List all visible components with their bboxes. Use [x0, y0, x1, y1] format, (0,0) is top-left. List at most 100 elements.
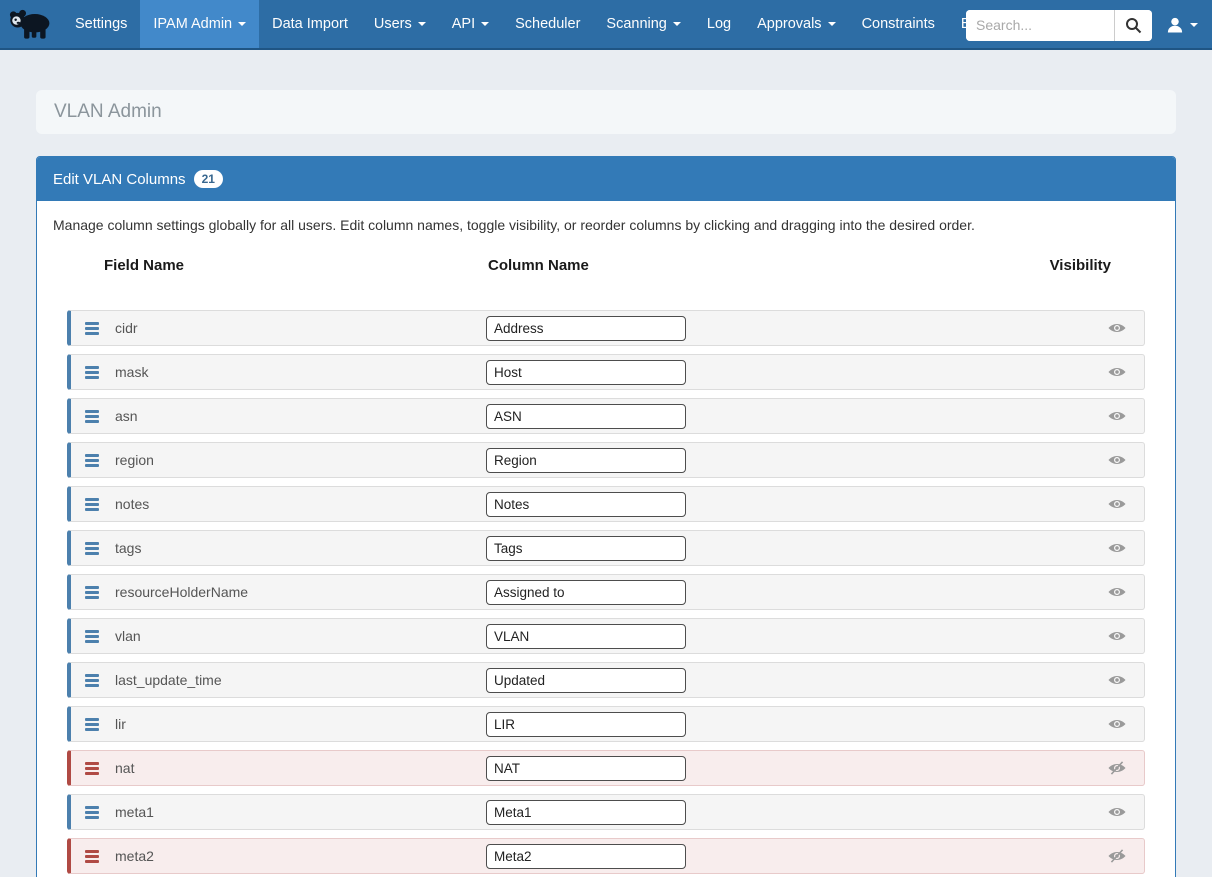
navbar-right — [966, 0, 1198, 50]
nav-item-ipam-admin[interactable]: IPAM Admin — [140, 0, 260, 48]
drag-handle-icon[interactable] — [85, 541, 99, 555]
nav-item-scheduler[interactable]: Scheduler — [502, 0, 593, 48]
eye-icon[interactable] — [1108, 627, 1126, 645]
chevron-down-icon — [827, 22, 836, 26]
visibility-cell — [686, 803, 1144, 821]
panda-logo[interactable] — [0, 0, 62, 48]
nav-item-label: API — [451, 16, 476, 32]
chevron-down-icon — [481, 22, 490, 26]
nav-item-settings[interactable]: Settings — [62, 0, 140, 48]
column-name-input[interactable] — [486, 623, 686, 649]
eye-icon[interactable] — [1108, 407, 1126, 425]
column-row[interactable]: lir — [67, 706, 1145, 742]
panel-heading: Edit VLAN Columns 21 — [37, 157, 1175, 201]
column-name-input[interactable] — [486, 315, 686, 341]
visibility-cell — [686, 671, 1144, 689]
visibility-cell — [686, 583, 1144, 601]
column-row[interactable]: region — [67, 442, 1145, 478]
drag-handle-icon[interactable] — [85, 717, 99, 731]
user-menu-button[interactable] — [1166, 16, 1198, 34]
column-row[interactable]: nat — [67, 750, 1145, 786]
column-row[interactable]: cidr — [67, 310, 1145, 346]
drag-handle-icon[interactable] — [85, 321, 99, 335]
chevron-down-icon — [1190, 23, 1198, 27]
drag-handle-icon[interactable] — [85, 673, 99, 687]
column-name-input[interactable] — [486, 403, 686, 429]
column-rows-list: cidr mask asn — [67, 310, 1145, 874]
nav-item-users[interactable]: Users — [361, 0, 439, 48]
column-row[interactable]: last_update_time — [67, 662, 1145, 698]
visibility-cell — [686, 627, 1144, 645]
column-name-input[interactable] — [486, 755, 686, 781]
search-button[interactable] — [1114, 9, 1152, 41]
column-name-input[interactable] — [486, 447, 686, 473]
eye-icon[interactable] — [1108, 715, 1126, 733]
column-row[interactable]: resourceHolderName — [67, 574, 1145, 610]
panel-description: Manage column settings globally for all … — [53, 217, 975, 233]
column-row[interactable]: asn — [67, 398, 1145, 434]
eye-icon[interactable] — [1108, 803, 1126, 821]
edit-vlan-columns-panel: Edit VLAN Columns 21 Manage column setti… — [36, 156, 1176, 877]
eye-icon[interactable] — [1108, 671, 1126, 689]
column-row[interactable]: meta2 — [67, 838, 1145, 874]
eye-slash-icon[interactable] — [1108, 847, 1126, 865]
eye-slash-icon[interactable] — [1108, 759, 1126, 777]
column-name-cell — [486, 667, 686, 693]
field-cell: notes — [71, 496, 486, 512]
column-name-input[interactable] — [486, 579, 686, 605]
column-name-cell — [486, 447, 686, 473]
column-name-cell — [486, 843, 686, 869]
eye-icon[interactable] — [1108, 319, 1126, 337]
column-name-cell — [486, 755, 686, 781]
nav-item-api[interactable]: API — [439, 0, 502, 48]
visibility-cell — [686, 495, 1144, 513]
eye-icon[interactable] — [1108, 583, 1126, 601]
column-row[interactable]: notes — [67, 486, 1145, 522]
eye-icon[interactable] — [1108, 539, 1126, 557]
field-name-label: last_update_time — [115, 672, 222, 688]
drag-handle-icon[interactable] — [85, 585, 99, 599]
eye-icon[interactable] — [1108, 451, 1126, 469]
user-icon — [1167, 17, 1183, 33]
drag-handle-icon[interactable] — [85, 629, 99, 643]
column-name-input[interactable] — [486, 359, 686, 385]
drag-handle-icon[interactable] — [85, 849, 99, 863]
column-name-input[interactable] — [486, 843, 686, 869]
nav-item-constraints[interactable]: Constraints — [849, 0, 948, 48]
search-input[interactable] — [966, 9, 1114, 41]
column-row[interactable]: mask — [67, 354, 1145, 390]
field-name-label: region — [115, 452, 154, 468]
eye-icon[interactable] — [1108, 363, 1126, 381]
column-name-input[interactable] — [486, 711, 686, 737]
column-name-input[interactable] — [486, 491, 686, 517]
nav-item-log[interactable]: Log — [694, 0, 744, 48]
column-name-input[interactable] — [486, 667, 686, 693]
drag-handle-icon[interactable] — [85, 365, 99, 379]
field-name-label: lir — [115, 716, 126, 732]
visibility-cell — [686, 407, 1144, 425]
field-cell: tags — [71, 540, 486, 556]
column-row[interactable]: vlan — [67, 618, 1145, 654]
nav-item-approvals[interactable]: Approvals — [744, 0, 848, 48]
search-group — [966, 9, 1152, 41]
field-name-label: notes — [115, 496, 150, 512]
drag-handle-icon[interactable] — [85, 409, 99, 423]
drag-handle-icon[interactable] — [85, 453, 99, 467]
drag-handle-icon[interactable] — [85, 805, 99, 819]
nav-item-data-import[interactable]: Data Import — [259, 0, 361, 48]
drag-handle-icon[interactable] — [85, 497, 99, 511]
nav-item-scanning[interactable]: Scanning — [593, 0, 693, 48]
field-cell: vlan — [71, 628, 486, 644]
nav-list: Settings IPAM Admin Data Import Users AP… — [62, 0, 1042, 48]
eye-icon[interactable] — [1108, 495, 1126, 513]
table-header-row: Field Name Column Name Visibility — [53, 257, 1159, 274]
column-count-badge: 21 — [193, 170, 223, 188]
column-name-input[interactable] — [486, 799, 686, 825]
column-row[interactable]: tags — [67, 530, 1145, 566]
panel-body: Manage column settings globally for all … — [37, 201, 1175, 877]
column-row[interactable]: meta1 — [67, 794, 1145, 830]
visibility-cell — [686, 363, 1144, 381]
drag-handle-icon[interactable] — [85, 761, 99, 775]
column-name-input[interactable] — [486, 535, 686, 561]
field-cell: region — [71, 452, 486, 468]
